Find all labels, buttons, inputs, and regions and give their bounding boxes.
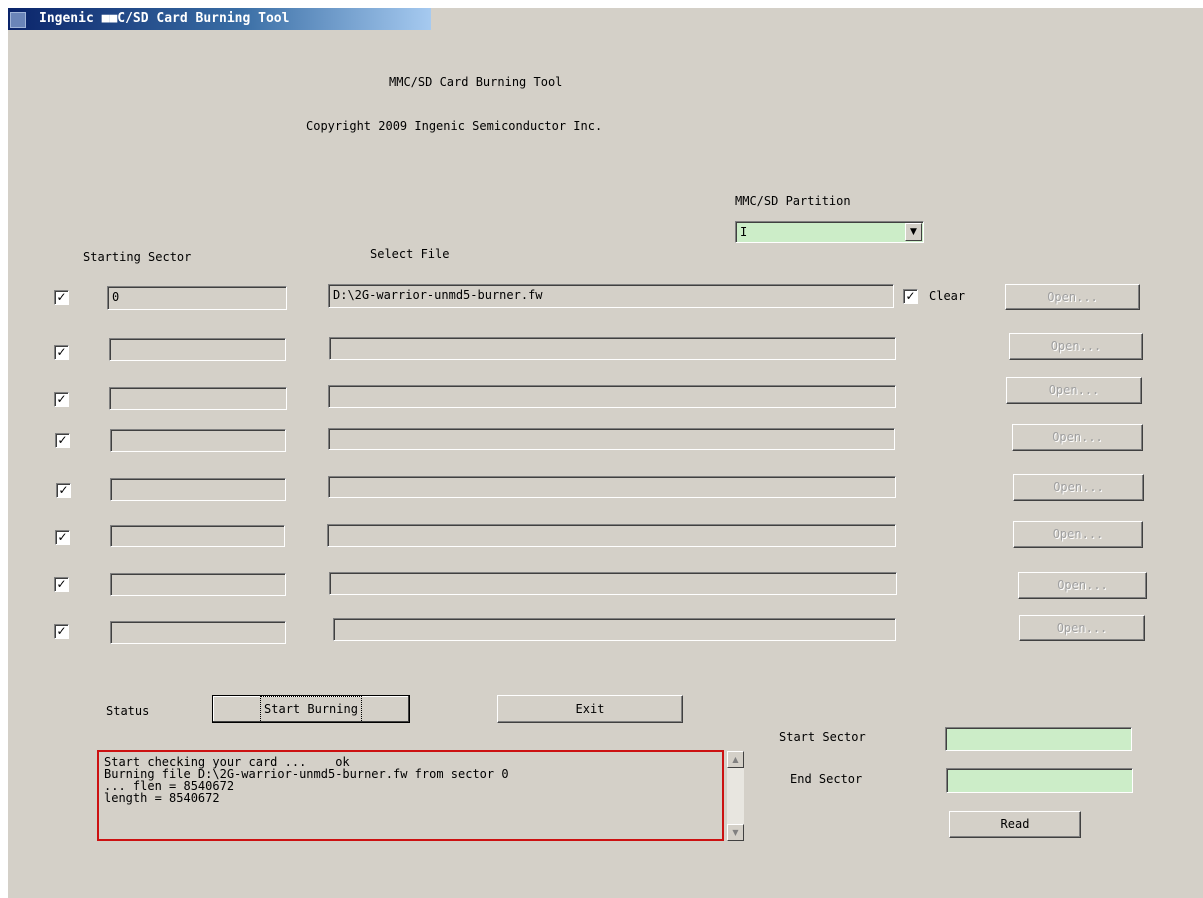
row-5-file-field[interactable] [328, 476, 896, 498]
start-burning-label: Start Burning [260, 696, 362, 723]
row-4-file-field[interactable] [328, 428, 895, 450]
row-1-sector-field[interactable]: 0 [107, 286, 287, 310]
partition-label: MMC/SD Partition [735, 194, 851, 208]
starting-sector-header: Starting Sector [83, 250, 192, 264]
row-7-sector-field[interactable] [110, 573, 286, 596]
row-4-enable-checkbox[interactable]: ✓ [55, 433, 70, 448]
row-8-open-button[interactable]: Open... [1019, 615, 1145, 641]
row-2-file-field[interactable] [329, 337, 896, 360]
row-8-enable-checkbox[interactable]: ✓ [54, 624, 69, 639]
row-1-enable-checkbox[interactable]: ✓ [54, 290, 69, 305]
end-sector-input[interactable] [946, 768, 1133, 793]
partition-value: I [740, 225, 748, 239]
status-log-scrollbar[interactable]: ▲ ▼ [727, 751, 744, 841]
partition-select[interactable]: I ▼ [735, 221, 924, 243]
row-1-file-field[interactable]: D:\2G-warrior-unmd5-burner.fw [328, 284, 894, 308]
row-6-open-button[interactable]: Open... [1013, 521, 1143, 548]
row-6-sector-field[interactable] [110, 525, 285, 547]
row-2-enable-checkbox[interactable]: ✓ [54, 345, 69, 360]
start-burning-button[interactable]: Start Burning [212, 695, 410, 723]
title-bar[interactable]: Ingenic ■■C/SD Card Burning Tool [8, 8, 431, 30]
row-2-open-button[interactable]: Open... [1009, 333, 1143, 360]
status-log[interactable]: Start checking your card ... ok Burning … [97, 750, 724, 841]
start-sector-input[interactable] [945, 727, 1132, 751]
row-7-open-button[interactable]: Open... [1018, 572, 1147, 599]
row-8-file-field[interactable] [333, 618, 896, 641]
row-3-enable-checkbox[interactable]: ✓ [54, 392, 69, 407]
app-name-label: MMC/SD Card Burning Tool [389, 75, 563, 89]
exit-button[interactable]: Exit [497, 695, 683, 723]
row-5-sector-field[interactable] [110, 478, 286, 501]
row-3-open-button[interactable]: Open... [1006, 377, 1142, 404]
row-6-file-field[interactable] [327, 524, 896, 547]
row-2-sector-field[interactable] [109, 338, 286, 361]
row-4-open-button[interactable]: Open... [1012, 424, 1143, 451]
select-file-header: Select File [370, 247, 450, 261]
row-7-file-field[interactable] [329, 572, 897, 595]
row-5-enable-checkbox[interactable]: ✓ [56, 483, 71, 498]
row-3-file-field[interactable] [328, 385, 896, 408]
row-5-open-button[interactable]: Open... [1013, 474, 1144, 501]
row-7-enable-checkbox[interactable]: ✓ [54, 577, 69, 592]
copyright-label: Copyright 2009 Ingenic Semiconductor Inc… [306, 119, 603, 133]
row-3-sector-field[interactable] [109, 387, 287, 410]
row-4-sector-field[interactable] [110, 429, 286, 452]
window-title: Ingenic ■■C/SD Card Burning Tool [39, 11, 290, 26]
chevron-down-icon[interactable]: ▼ [905, 223, 922, 241]
clear-checkbox[interactable]: ✓ [903, 289, 918, 304]
end-sector-label: End Sector [790, 772, 863, 786]
row-6-enable-checkbox[interactable]: ✓ [55, 530, 70, 545]
scroll-down-icon[interactable]: ▼ [727, 824, 744, 841]
row-1-open-button[interactable]: Open... [1005, 284, 1140, 310]
start-sector-label: Start Sector [779, 730, 866, 744]
main-window: Ingenic ■■C/SD Card Burning Tool MMC/SD … [8, 8, 1203, 898]
status-label: Status [106, 704, 150, 718]
row-8-sector-field[interactable] [110, 621, 286, 644]
app-icon[interactable] [10, 12, 26, 28]
scroll-up-icon[interactable]: ▲ [727, 751, 744, 768]
clear-label: Clear [929, 289, 966, 303]
read-button[interactable]: Read [949, 811, 1081, 838]
